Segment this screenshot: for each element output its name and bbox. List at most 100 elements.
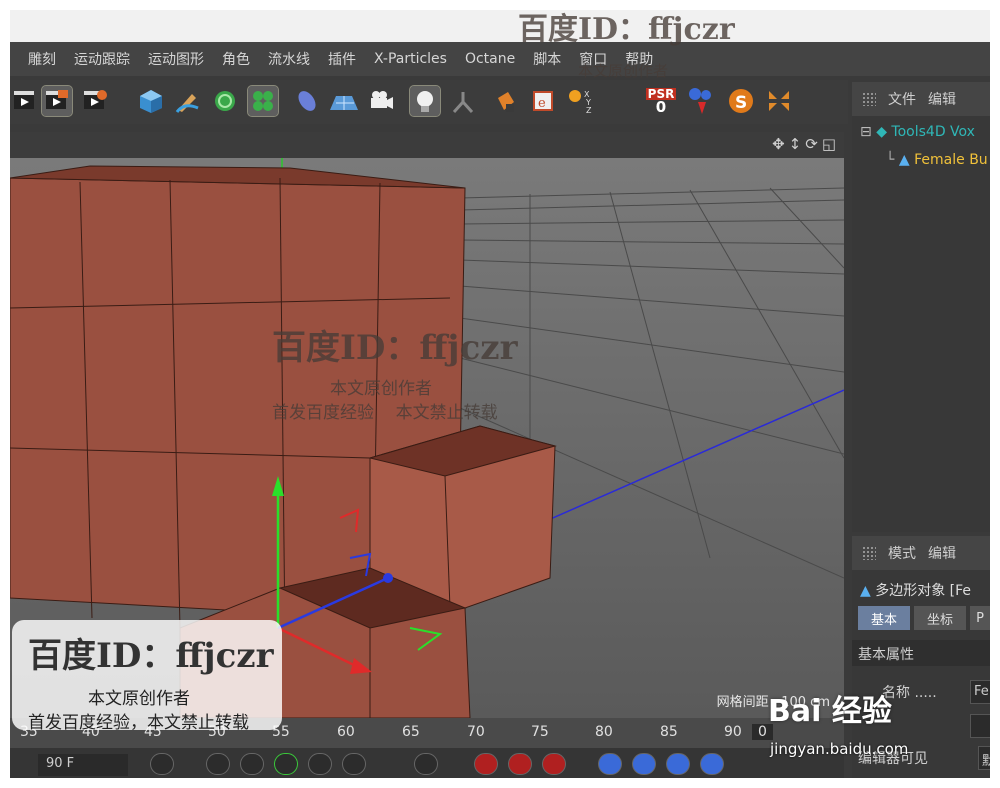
watermark-id-corner: 百度ID：ffjczr	[28, 636, 274, 676]
watermark-line2-center: 首发百度经验 本文禁止转载	[272, 403, 498, 423]
record-button[interactable]	[474, 753, 498, 775]
watermark-line2-corner: 首发百度经验，本文禁止转载	[28, 713, 249, 733]
camera-icon[interactable]	[366, 86, 396, 116]
rotate-view-icon[interactable]: ⟳	[805, 135, 818, 153]
render-settings-icon[interactable]	[80, 86, 110, 116]
watermark-line1-corner: 本文原创作者	[88, 689, 190, 709]
scale-key-button[interactable]	[632, 753, 656, 775]
script-icon[interactable]: S	[726, 86, 756, 116]
watermark-id-top: 百度ID：ffjczr	[518, 12, 735, 47]
baidu-jingyan-url: jingyan.baidu.com	[770, 740, 909, 758]
menu-item-script[interactable]: 脚本	[533, 49, 561, 69]
particles-icon[interactable]	[686, 86, 716, 116]
panel-grip-icon[interactable]	[862, 92, 876, 106]
window-top-strip	[10, 10, 990, 42]
voxel-object-icon: ◆	[876, 124, 887, 140]
menu-mode[interactable]: 模式	[888, 543, 916, 563]
go-to-end-button[interactable]	[414, 753, 438, 775]
cloner-icon[interactable]	[247, 85, 279, 117]
svg-text:Z: Z	[586, 106, 592, 115]
baidu-jingyan-logo: Bai 经验	[768, 694, 892, 729]
menu-item-x-particles[interactable]: X-Particles	[374, 51, 447, 67]
menu-edit[interactable]: 编辑	[928, 89, 956, 109]
go-to-start-button[interactable]	[150, 753, 174, 775]
section-basic-properties[interactable]: 基本属性	[852, 640, 990, 666]
tag-icon[interactable]: e	[528, 86, 558, 116]
playback-bar: 90 F	[10, 748, 844, 778]
watermark-line1-center: 本文原创作者	[330, 379, 432, 399]
keyframe-selection-button[interactable]	[542, 753, 566, 775]
editor-visible-select[interactable]: 默	[978, 746, 990, 770]
rotate-key-button[interactable]	[666, 753, 690, 775]
polygon-object-icon: ▲	[898, 152, 910, 168]
menu-file[interactable]: 文件	[888, 89, 916, 109]
polygon-object-icon: ▲	[860, 583, 871, 599]
menu-item-mograph[interactable]: 运动图形	[148, 49, 204, 69]
param-key-button[interactable]	[700, 753, 724, 775]
next-frame-button[interactable]	[308, 753, 332, 775]
floor-icon[interactable]	[328, 86, 358, 116]
tick-label: 90	[724, 724, 742, 740]
psr-icon[interactable]: PSR 0	[645, 86, 677, 116]
cube-icon[interactable]	[136, 86, 166, 116]
current-frame-field[interactable]: 90 F	[38, 754, 128, 776]
move-key-button[interactable]	[598, 753, 622, 775]
watermark-id-center: 百度ID：ffjczr	[272, 328, 518, 368]
menu-bar: 雕刻 运动跟踪 运动图形 角色 流水线 插件 X-Particles Octan…	[10, 42, 990, 76]
auto-key-button[interactable]	[508, 753, 532, 775]
svg-text:S: S	[735, 93, 747, 113]
name-field[interactable]: Fe	[970, 680, 990, 704]
menu-item-motion-tracking[interactable]: 运动跟踪	[74, 49, 130, 69]
watermark-line1-top: 本文原创作者	[578, 62, 669, 80]
tab-coord[interactable]: 坐标	[914, 606, 966, 630]
tick-label: 65	[402, 724, 420, 740]
svg-text:e: e	[538, 96, 546, 111]
tree-item-label: Tools4D Vox	[891, 124, 975, 140]
tree-item-female-bust[interactable]: └ ▲ Female Bu	[886, 152, 988, 168]
deformer-icon[interactable]	[292, 86, 322, 116]
main-toolbar: e XYZ PSR 0 S	[10, 80, 848, 124]
expand-icon[interactable]: ⊟	[860, 124, 872, 140]
tree-branch-icon: └	[886, 152, 895, 168]
light-icon[interactable]	[409, 85, 441, 117]
zoom-view-icon[interactable]: ↕	[789, 135, 802, 153]
tick-label: 60	[337, 724, 355, 740]
tree-item-label: Female Bu	[914, 152, 988, 168]
tree-item-tools4d-vox[interactable]: ⊟ ◆ Tools4D Vox	[860, 124, 975, 140]
snap-icon[interactable]	[764, 86, 794, 116]
attributes-tabs: 基本 坐标 P	[858, 606, 990, 630]
tab-phong[interactable]: P	[970, 606, 990, 630]
menu-item-character[interactable]: 角色	[222, 49, 250, 69]
xyz-axis-icon[interactable]: XYZ	[566, 86, 596, 116]
panel-grip-icon[interactable]	[862, 546, 876, 560]
prev-frame-button[interactable]	[240, 753, 264, 775]
paint-icon[interactable]	[490, 86, 520, 116]
maximize-view-icon[interactable]: ◱	[822, 135, 836, 153]
tick-label: 70	[467, 724, 485, 740]
tick-label: 85	[660, 724, 678, 740]
tick-label: 80	[595, 724, 613, 740]
prev-key-button[interactable]	[206, 753, 230, 775]
viewport-header: ✥ ↕ ⟳ ◱	[10, 132, 844, 158]
pen-icon[interactable]	[172, 86, 202, 116]
next-key-button[interactable]	[342, 753, 366, 775]
render-picture-queue-icon[interactable]	[41, 85, 73, 117]
attributes-header: 模式 编辑	[852, 536, 990, 570]
tab-basic[interactable]: 基本	[858, 606, 910, 630]
object-manager-header: 文件 编辑	[852, 82, 990, 116]
menu-item-octane[interactable]: Octane	[465, 51, 515, 67]
subdivision-icon[interactable]	[210, 86, 240, 116]
menu-item-sculpt[interactable]: 雕刻	[28, 49, 56, 69]
menu-item-pipeline[interactable]: 流水线	[268, 49, 310, 69]
render-view-icon[interactable]	[10, 86, 40, 116]
move-view-icon[interactable]: ✥	[772, 135, 785, 153]
menu-item-plugins[interactable]: 插件	[328, 49, 356, 69]
play-button[interactable]	[274, 753, 298, 775]
menu-edit[interactable]: 编辑	[928, 543, 956, 563]
joint-icon[interactable]	[448, 86, 478, 116]
object-manager: 文件 编辑 ⊟ ◆ Tools4D Vox └ ▲ Female Bu	[852, 82, 990, 532]
tick-label: 75	[531, 724, 549, 740]
viewport-nav: ✥ ↕ ⟳ ◱	[772, 135, 836, 153]
attributes-object-title: ▲ 多边形对象 [Fe	[860, 583, 972, 599]
editor-visible-field-spacer	[970, 714, 990, 738]
